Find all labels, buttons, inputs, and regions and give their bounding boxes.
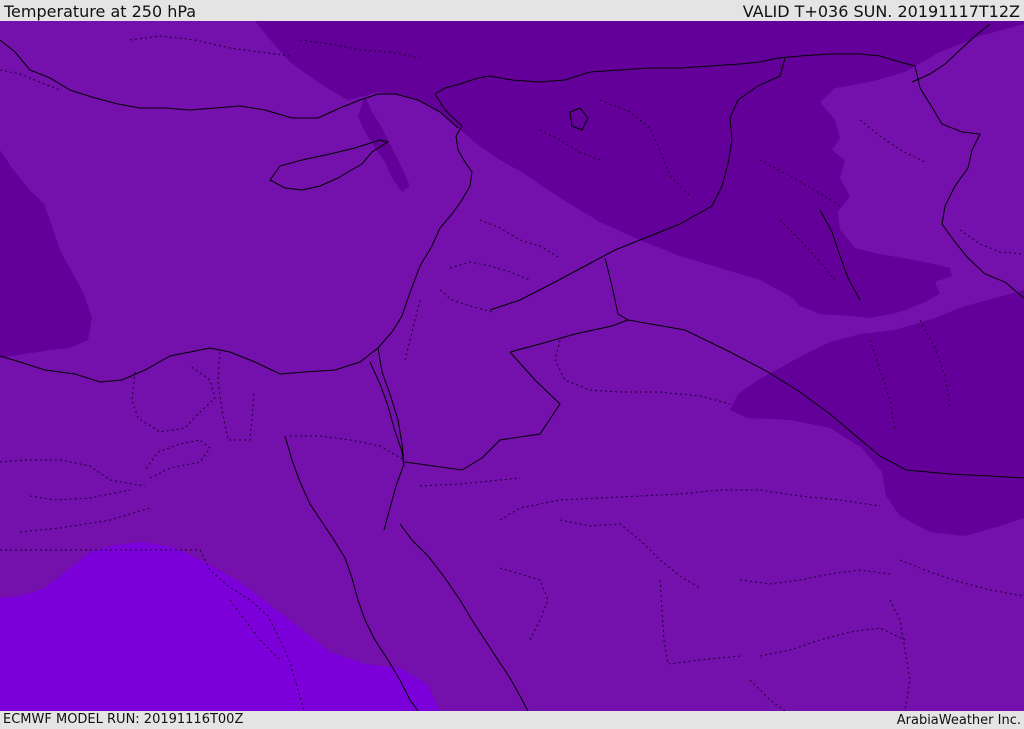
footer-bar: ECMWF MODEL RUN: 20191116T00Z ArabiaWeat… — [0, 711, 1024, 729]
forecast-map[interactable] — [0, 21, 1024, 711]
map-canvas — [0, 21, 1024, 711]
header-bar: Temperature at 250 hPa VALID T+036 SUN. … — [0, 0, 1024, 21]
credit-label: ArabiaWeather Inc. — [896, 713, 1021, 728]
model-run-label: ECMWF MODEL RUN: 20191116T00Z — [3, 712, 244, 727]
valid-time-label: VALID T+036 SUN. 20191117T12Z — [742, 2, 1020, 21]
map-title: Temperature at 250 hPa — [4, 2, 197, 21]
